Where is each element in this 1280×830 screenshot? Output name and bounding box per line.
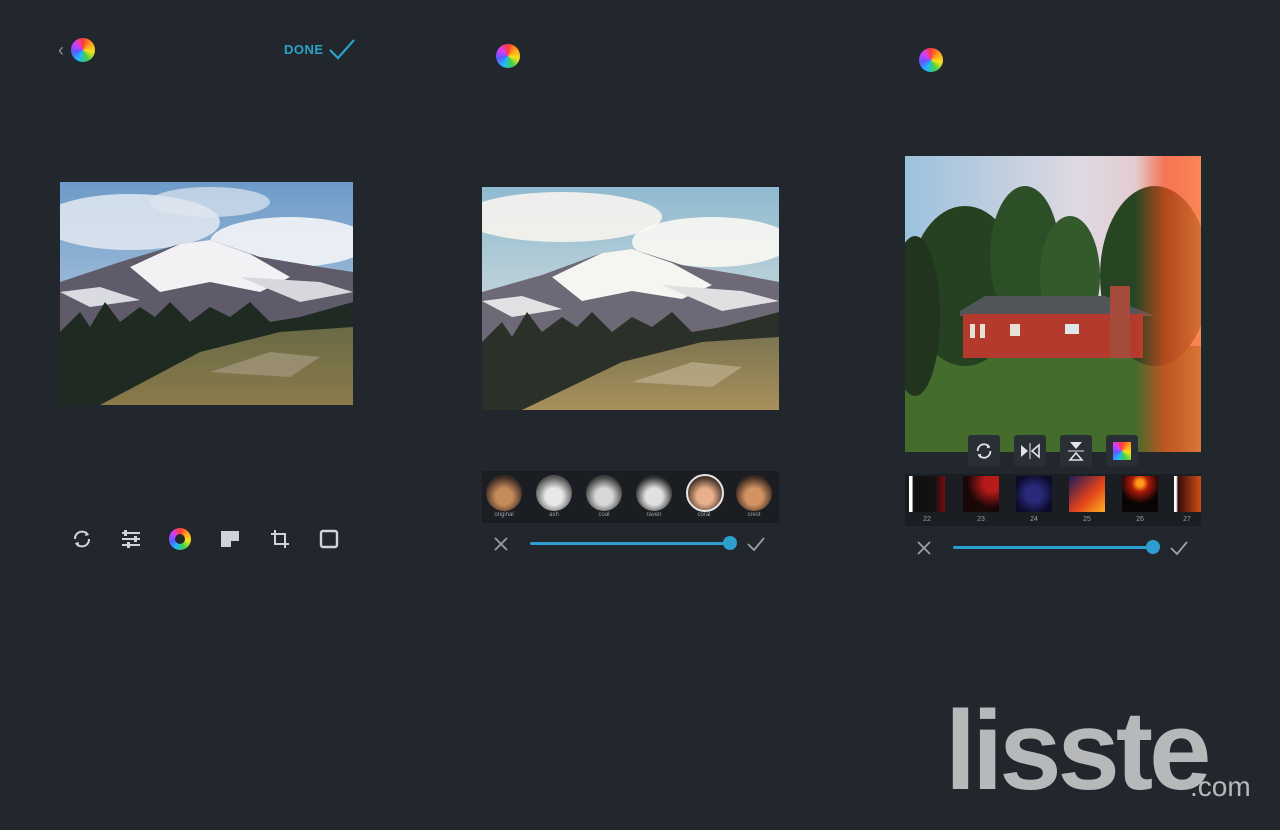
- flip-horizontal-button[interactable]: [1014, 435, 1046, 467]
- texture-thumb-26[interactable]: [1122, 476, 1158, 512]
- filter-thumb-coal[interactable]: [586, 475, 622, 511]
- texture-icon[interactable]: [218, 527, 242, 551]
- photo-red-house: [905, 156, 1201, 452]
- color-wheel-icon[interactable]: [168, 527, 192, 551]
- filter-label: raven: [646, 512, 662, 518]
- adjust-icon[interactable]: [119, 527, 143, 551]
- filter-thumb-coral[interactable]: [686, 474, 724, 512]
- filter-label: coal: [598, 512, 610, 518]
- cancel-x-icon[interactable]: [916, 540, 932, 556]
- texture-thumb-23[interactable]: [963, 476, 999, 512]
- texture-label: 24: [1030, 516, 1038, 523]
- photo-mountain-filtered: [482, 187, 779, 410]
- apply-check-icon[interactable]: [746, 535, 766, 553]
- filter-label: ash: [549, 512, 559, 518]
- filter-thumb-crest[interactable]: [736, 475, 772, 511]
- texture-intensity-slider[interactable]: [953, 546, 1153, 549]
- app-logo: [496, 44, 520, 68]
- app-logo: [71, 38, 95, 62]
- filter-thumb-raven[interactable]: [636, 475, 672, 511]
- watermark-brand: lisste: [945, 688, 1211, 813]
- watermark-suffix: .com: [1190, 771, 1251, 802]
- done-label: DONE: [284, 41, 324, 57]
- texture-label: 26: [1136, 516, 1144, 523]
- texture-label: 22: [923, 516, 931, 523]
- flip-vertical-button[interactable]: [1060, 435, 1092, 467]
- rotate-texture-button[interactable]: [968, 435, 1000, 467]
- done-button[interactable]: DONE: [284, 38, 356, 60]
- cancel-x-icon[interactable]: [493, 536, 509, 552]
- slider-knob[interactable]: [723, 536, 737, 550]
- texture-label: 25: [1083, 516, 1091, 523]
- color-square-icon: [1113, 442, 1131, 460]
- texture-thumb-25[interactable]: [1069, 476, 1105, 512]
- frame-icon[interactable]: [317, 527, 341, 551]
- filter-strip: original ash coal raven coral crest: [482, 471, 779, 523]
- texture-label: 27: [1183, 516, 1191, 523]
- texture-label: 23: [977, 516, 985, 523]
- intensity-slider[interactable]: [530, 542, 730, 545]
- flip-vertical-icon: [1068, 442, 1084, 461]
- rotate-icon[interactable]: [70, 527, 94, 551]
- texture-thumb-27[interactable]: [1174, 476, 1201, 512]
- flip-horizontal-icon: [1021, 443, 1040, 459]
- texture-thumb-24[interactable]: [1016, 476, 1052, 512]
- filter-label: coral: [697, 512, 711, 518]
- photo-mountain: [60, 182, 353, 405]
- back-chevron-icon[interactable]: ‹: [58, 41, 64, 59]
- slider-knob[interactable]: [1146, 540, 1160, 554]
- filter-thumb-ash[interactable]: [536, 475, 572, 511]
- crop-icon[interactable]: [268, 527, 292, 551]
- texture-thumb-22[interactable]: [909, 476, 945, 512]
- texture-strip: 22 23 24 25 26 27: [905, 474, 1201, 526]
- filter-label: crest: [747, 512, 761, 518]
- rotate-icon: [976, 443, 992, 459]
- apply-check-icon[interactable]: [1169, 539, 1189, 557]
- app-logo: [919, 48, 943, 72]
- texture-color-button[interactable]: [1106, 435, 1138, 467]
- filter-label: original: [494, 512, 514, 518]
- check-icon: [328, 39, 355, 60]
- filter-thumb-original[interactable]: [486, 475, 522, 511]
